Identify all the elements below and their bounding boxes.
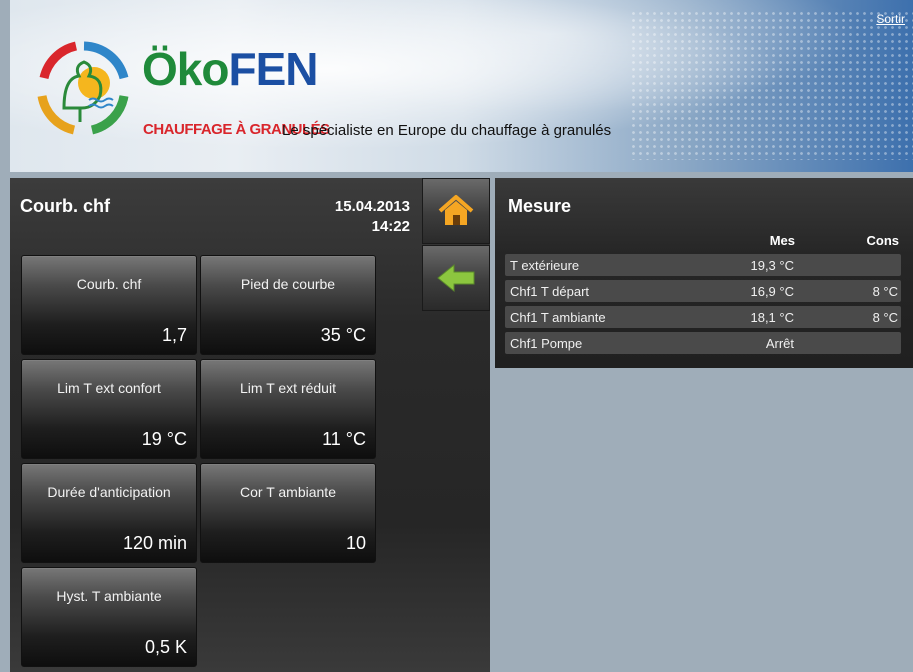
tile-value: 10 — [345, 533, 366, 553]
measurement-name: Chf1 T ambiante — [510, 310, 606, 325]
tile-value: 19 °C — [141, 429, 187, 449]
tile-value: 1,7 — [161, 325, 187, 345]
logout-link[interactable]: Sortir — [876, 12, 905, 26]
measurement-value: Arrêt — [765, 336, 794, 351]
brand-name-oko: Öko — [142, 43, 229, 95]
tagline: Le spécialiste en Europe du chauffage à … — [282, 122, 612, 139]
column-header-measured: Mes — [769, 233, 795, 248]
measurement-value: 16,9 °C — [750, 284, 794, 299]
setting-tile[interactable]: Lim T ext confort 19 °C — [21, 359, 197, 459]
measurement-name: Chf1 T départ — [510, 284, 590, 299]
setting-tile[interactable]: Cor T ambiante 10 — [200, 463, 376, 563]
tile-value: 0,5 K — [144, 637, 187, 657]
measurement-row: Chf1 T départ 16,9 °C 8 °C — [505, 280, 901, 302]
setting-tile[interactable]: Pied de courbe 35 °C — [200, 255, 376, 355]
panel-title: Courb. chf — [20, 196, 110, 216]
date-display: 15.04.2013 — [334, 198, 410, 215]
back-button[interactable] — [422, 245, 490, 311]
tile-label: Courb. chf — [76, 276, 142, 292]
tile-value: 120 min — [122, 533, 187, 553]
tile-label: Pied de courbe — [240, 276, 336, 292]
column-header-setpoint: Cons — [866, 233, 900, 248]
measurement-name: Chf1 Pompe — [510, 336, 583, 351]
measurement-name: T extérieure — [510, 258, 580, 273]
measurement-row: T extérieure 19,3 °C — [505, 254, 901, 276]
tile-label: Lim T ext confort — [57, 380, 161, 396]
setting-tile[interactable]: Courb. chf 1,7 — [21, 255, 197, 355]
home-icon — [438, 195, 474, 225]
tile-label: Cor T ambiante — [240, 484, 336, 500]
settings-panel: Courb. chf 15.04.2013 14:22 Courb. chf 1… — [10, 178, 490, 672]
measurement-row: Chf1 Pompe Arrêt — [505, 332, 901, 354]
measurement-row: Chf1 T ambiante 18,1 °C 8 °C — [505, 306, 901, 328]
brand-name-fen: FEN — [228, 43, 318, 95]
tile-label: Hyst. T ambiante — [56, 588, 162, 604]
setpoint-value: 8 °C — [872, 310, 898, 325]
measurement-value: 19,3 °C — [750, 258, 794, 273]
measurement-title: Mesure — [508, 196, 572, 216]
setting-tile[interactable]: Durée d'anticipation 120 min — [21, 463, 197, 563]
setting-tile[interactable]: Hyst. T ambiante 0,5 K — [21, 567, 197, 667]
setting-tile[interactable]: Lim T ext réduit 11 °C — [200, 359, 376, 459]
arrow-left-icon — [437, 263, 475, 293]
brand-name: ÖkoFEN — [142, 43, 318, 95]
tile-label: Lim T ext réduit — [240, 380, 336, 396]
europe-map-graphic — [630, 10, 913, 160]
tile-value: 35 °C — [320, 325, 366, 345]
okofen-logo-icon — [37, 41, 129, 135]
measurement-panel: Mesure Mes Cons T extérieure 19,3 °C Chf… — [495, 178, 913, 368]
setpoint-value: 8 °C — [872, 284, 898, 299]
tile-label: Durée d'anticipation — [47, 484, 171, 500]
tile-value: 11 °C — [322, 429, 366, 449]
measurement-value: 18,1 °C — [750, 310, 794, 325]
time-display: 14:22 — [371, 218, 410, 235]
header-banner: ÖkoFEN CHAUFFAGE À GRANULÉS Le spécialis… — [10, 0, 913, 172]
home-button[interactable] — [422, 178, 490, 244]
